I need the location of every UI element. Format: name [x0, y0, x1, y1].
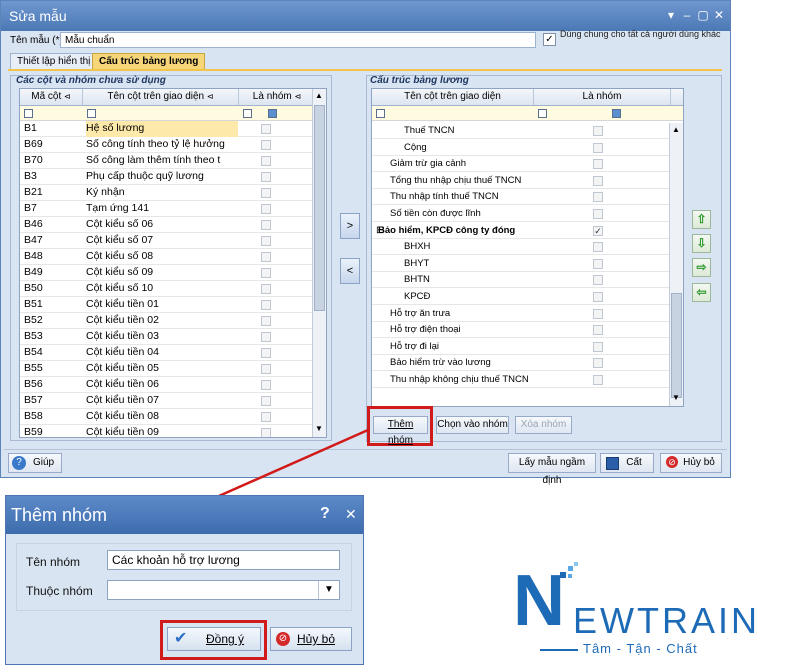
- dialog-cancel-label: Hủy bỏ: [297, 632, 336, 646]
- dialog-cancel-button[interactable]: ⊘ Hủy bỏ: [270, 627, 352, 651]
- logo-tagline: Tâm - Tận - Chất: [583, 641, 698, 656]
- group-name-input[interactable]: Các khoản hỗ trợ lương: [107, 550, 340, 570]
- chevron-down-icon[interactable]: ▼: [318, 581, 339, 599]
- dialog-help-icon[interactable]: ?: [320, 505, 330, 523]
- ok-button[interactable]: ✔ Đồng ý: [167, 627, 261, 651]
- ok-label: Đồng ý: [206, 632, 245, 646]
- parent-group-select[interactable]: ▼: [107, 580, 340, 600]
- logo-underline: [540, 649, 578, 651]
- dialog-close-icon[interactable]: ✕: [345, 506, 357, 523]
- checkmark-icon: ✔: [174, 630, 188, 647]
- group-name-label: Tên nhóm: [26, 555, 81, 569]
- parent-group-label: Thuộc nhóm: [26, 584, 93, 598]
- cancel-circle-icon: ⊘: [276, 632, 290, 646]
- logo-wordmark: EWTRAIN: [573, 600, 760, 641]
- logo-letter-n: N: [513, 561, 565, 641]
- dialog-title: Thêm nhóm: [11, 505, 108, 525]
- dialog-titlebar: Thêm nhóm ? ✕: [6, 496, 363, 534]
